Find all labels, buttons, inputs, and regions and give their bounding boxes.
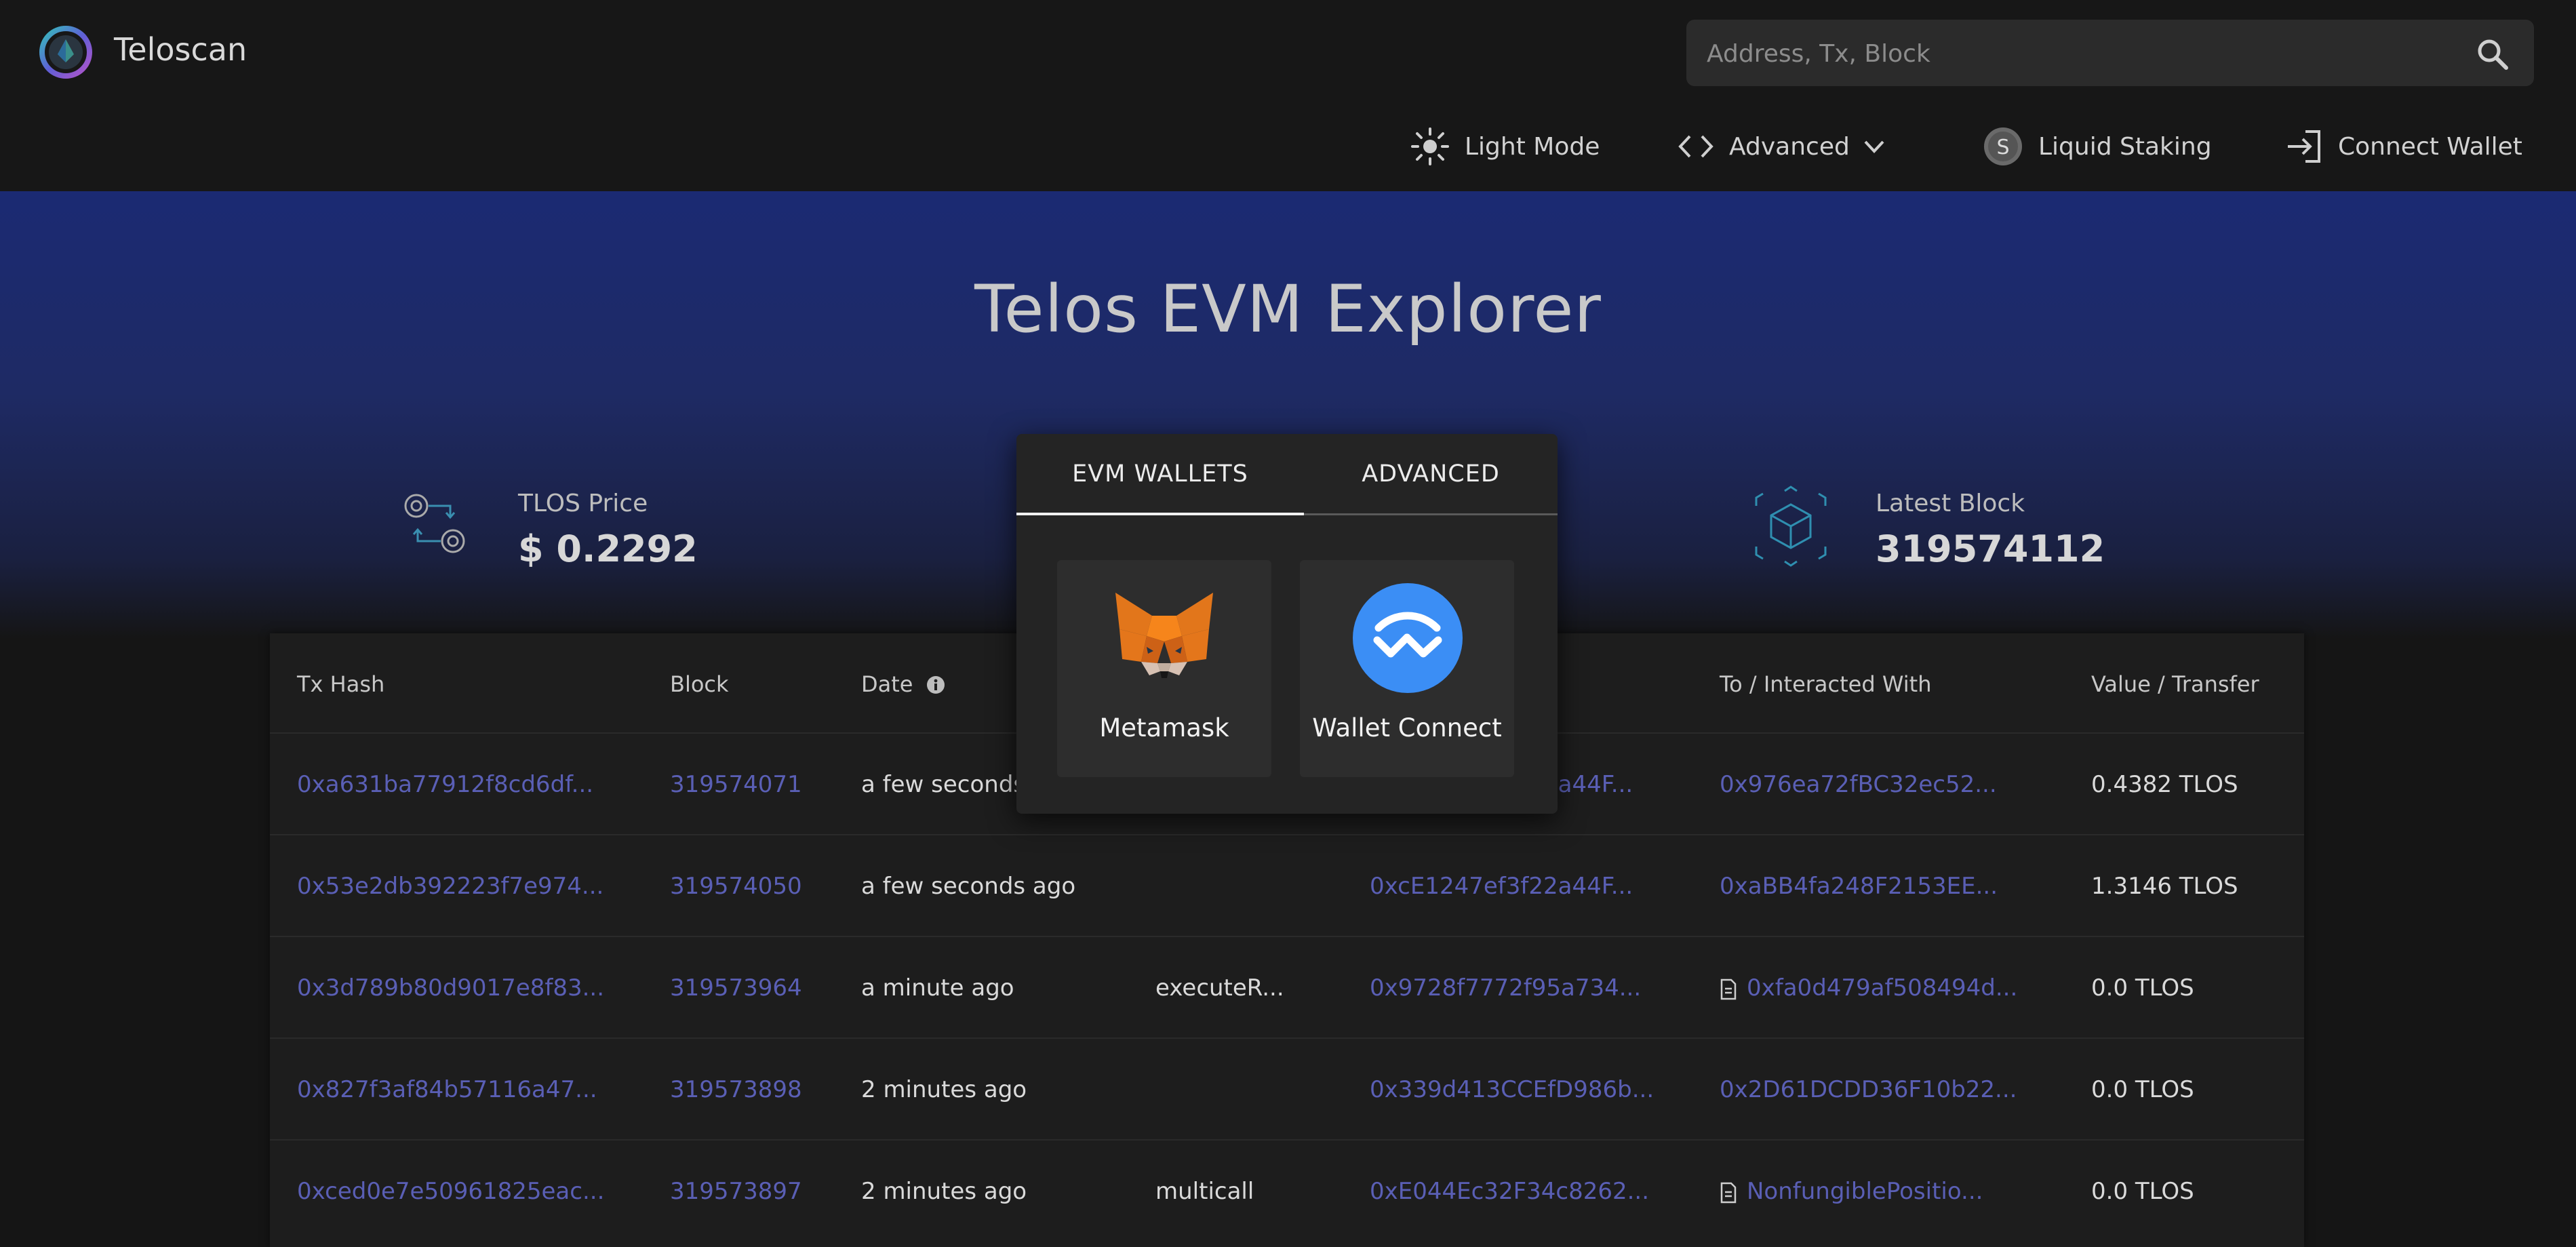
latest-block-value[interactable]: 319574112 [1876,528,2105,570]
contract-file-icon [1720,978,1737,999]
wallet-connect-label: Wallet Connect [1312,713,1502,743]
column-header-value: Value / Transfer [2091,671,2259,697]
tx-date: 2 minutes ago [861,1178,1027,1205]
advanced-label: Advanced [1729,132,1850,161]
column-header-tx-hash: Tx Hash [297,671,385,697]
to-address-link[interactable]: 0xaBB4fa248F2153EE... [1720,835,1998,937]
sun-icon [1411,127,1449,165]
block-link[interactable]: 319573898 [670,1039,802,1141]
tab-divider [1304,513,1558,515]
tx-hash-link[interactable]: 0xa631ba77912f8cd6df... [297,734,593,835]
search-icon[interactable] [2474,36,2511,73]
tx-hash-link[interactable]: 0x53e2db392223f7e974... [297,835,603,937]
tx-hash-link[interactable]: 0x827f3af84b57116a47... [297,1039,597,1141]
to-address-link[interactable]: 0x2D61DCDD36F10b22... [1720,1039,2017,1141]
table-row: 0x53e2db392223f7e974... 319574050 a few … [270,834,2304,937]
tlos-price-label: TLOS Price [518,490,648,517]
light-mode-toggle[interactable]: Light Mode [1410,125,1600,168]
search-input[interactable] [1705,20,2440,87]
from-address-link[interactable]: 0xcE1247ef3f22a44F... [1370,835,1633,937]
from-address-link[interactable]: 0x339d413CCEfD986b... [1370,1039,1654,1141]
block-link[interactable]: 319574071 [670,734,802,835]
brand-name[interactable]: Teloscan [114,31,247,68]
tx-value: 0.0 TLOS [2091,974,2194,1002]
tab-advanced[interactable]: ADVANCED [1304,434,1558,514]
tx-method: multicall [1155,1178,1254,1205]
connect-wallet-button[interactable]: Connect Wallet [2285,125,2522,168]
info-icon[interactable] [926,675,946,695]
tab-evm-wallets[interactable]: EVM WALLETS [1016,434,1304,514]
walletconnect-icon [1353,583,1463,693]
connect-wallet-label: Connect Wallet [2338,132,2522,161]
tx-value: 0.0 TLOS [2091,1076,2194,1103]
from-address-link[interactable]: 0xE044Ec32F34c8262... [1370,1141,1649,1242]
column-header-block: Block [670,671,729,697]
to-address-link[interactable]: 0x976ea72fBC32ec52... [1720,734,1997,835]
block-link[interactable]: 319573964 [670,937,802,1039]
to-address-text[interactable]: NonfungiblePositio... [1747,1178,1983,1205]
price-swap-icon [404,494,465,553]
login-icon [2288,130,2320,163]
tx-value: 1.3146 TLOS [2091,873,2238,900]
table-row: 0x827f3af84b57116a47... 319573898 2 minu… [270,1037,2304,1141]
latest-block-label: Latest Block [1876,490,2025,517]
liquid-staking-label: Liquid Staking [2038,132,2212,161]
contract-file-icon [1720,1182,1737,1203]
date-header-label: Date [861,671,913,697]
table-row: 0xced0e7e50961825eac... 319573897 2 minu… [270,1139,2304,1242]
metamask-option[interactable]: Metamask [1057,560,1271,777]
tx-value: 0.4382 TLOS [2091,771,2238,798]
staking-token-icon: S [1984,127,2022,165]
chevron-down-icon [1864,140,1884,153]
tx-date: a few seconds ago [861,873,1076,900]
metamask-label: Metamask [1099,713,1229,743]
liquid-staking-link[interactable]: S Liquid Staking [1983,125,2212,168]
table-row: 0x3d789b80d9017e8f83... 319573964 a minu… [270,936,2304,1039]
block-link[interactable]: 319574050 [670,835,802,937]
wallet-connect-option[interactable]: Wallet Connect [1300,560,1514,777]
from-address-link[interactable]: 0x9728f7772f95a734... [1370,937,1641,1039]
active-tab-indicator [1016,513,1304,515]
block-cube-icon [1755,486,1827,567]
to-address-text[interactable]: 0xfa0d479af508494d... [1747,974,2017,1002]
light-mode-label: Light Mode [1465,132,1600,161]
column-header-to: To / Interacted With [1720,671,1932,697]
teloscan-logo-icon[interactable] [38,24,94,80]
block-link[interactable]: 319573897 [670,1141,802,1242]
tx-value: 0.0 TLOS [2091,1178,2194,1205]
column-header-date: Date [861,671,946,697]
code-brackets-icon [1678,135,1713,158]
tx-date: 2 minutes ago [861,1076,1027,1103]
staking-badge-letter: S [1996,136,2009,159]
page-title: Telos EVM Explorer [974,271,1602,347]
tlos-price-value: $ 0.2292 [518,528,698,570]
tx-date: a minute ago [861,974,1014,1002]
tx-hash-link[interactable]: 0x3d789b80d9017e8f83... [297,937,604,1039]
to-address-link[interactable]: 0xfa0d479af508494d... [1720,937,2017,1039]
advanced-menu[interactable]: Advanced [1678,125,1886,168]
tx-hash-link[interactable]: 0xced0e7e50961825eac... [297,1141,604,1242]
to-address-link[interactable]: NonfungiblePositio... [1720,1141,1983,1242]
top-header: Teloscan Light Mode Advanced [0,0,2576,191]
metamask-fox-icon [1115,593,1213,678]
search-box[interactable] [1686,20,2534,87]
tx-method: executeR... [1155,974,1284,1002]
connect-wallet-dialog: EVM WALLETS ADVANCED Metamask Wallet Con… [1016,434,1558,814]
